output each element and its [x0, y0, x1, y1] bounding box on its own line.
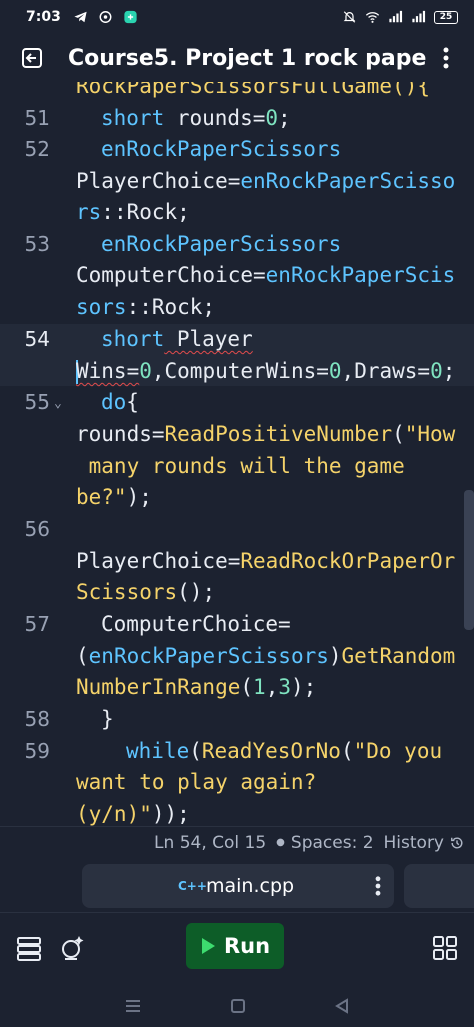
signal-icon [389, 10, 403, 23]
line-number: 56 [24, 517, 50, 541]
separator-dot: ● [276, 837, 285, 848]
app-badge-icon [124, 10, 137, 24]
bottom-toolbar: Run [0, 912, 474, 984]
line-number: 52 [24, 137, 50, 161]
line-number: 59 [24, 739, 50, 763]
more-options-icon[interactable] [436, 44, 456, 72]
editor-status-line: Ln 54, Col 15 ● Spaces: 2 History [0, 826, 474, 858]
wifi-icon [365, 12, 380, 23]
line-number: 57 [24, 612, 50, 636]
history-button[interactable]: History [384, 833, 464, 853]
file-tab-bar: C++ main.cpp [0, 858, 474, 912]
fold-chevron-icon[interactable]: ⌄ [54, 396, 62, 411]
home-icon[interactable] [230, 998, 246, 1014]
run-button[interactable]: Run [186, 923, 284, 969]
tab-label: main.cpp [206, 875, 295, 897]
ai-assistant-icon[interactable] [58, 933, 88, 963]
line-number: 53 [24, 232, 50, 256]
indent-spaces[interactable]: Spaces: 2 [291, 833, 374, 853]
cpp-file-icon: C++ [178, 879, 207, 893]
code-editor[interactable]: RockPaperScissorsFullGame(){ 51 short ro… [0, 82, 474, 826]
back-nav-icon[interactable] [334, 997, 350, 1014]
mute-icon [343, 11, 356, 23]
status-time: 7:03 [26, 9, 61, 25]
system-nav-bar [0, 984, 474, 1027]
grid-apps-icon[interactable] [430, 933, 460, 963]
history-icon [451, 836, 463, 848]
run-label: Run [223, 934, 271, 958]
line-number: 55 [24, 390, 50, 414]
status-bar: 7:03 25 [0, 0, 474, 34]
battery-icon: 25 [434, 10, 458, 24]
scrollbar-thumb[interactable] [464, 490, 474, 630]
tab-next[interactable] [404, 864, 474, 908]
layers-icon[interactable] [14, 933, 44, 963]
line-number: 54 [24, 327, 50, 351]
tab-main-cpp[interactable]: C++ main.cpp [82, 864, 394, 908]
replit-mobile-editor: 7:03 25 Course5. Project 1 rock paper...… [0, 0, 474, 1027]
line-number: 51 [24, 106, 50, 130]
recents-icon[interactable] [124, 998, 142, 1014]
tab-more-icon[interactable] [374, 874, 382, 898]
cursor-position[interactable]: Ln 54, Col 15 [154, 833, 266, 853]
line-number: 58 [24, 707, 50, 731]
signal-icon-2 [412, 10, 426, 23]
telegram-icon [74, 11, 87, 23]
history-label: History [383, 832, 444, 853]
app-notification-icon [99, 11, 112, 23]
play-icon [201, 938, 215, 954]
page-title: Course5. Project 1 rock paper... [68, 45, 428, 71]
exit-icon[interactable] [18, 44, 46, 72]
title-bar: Course5. Project 1 rock paper... [0, 34, 474, 82]
